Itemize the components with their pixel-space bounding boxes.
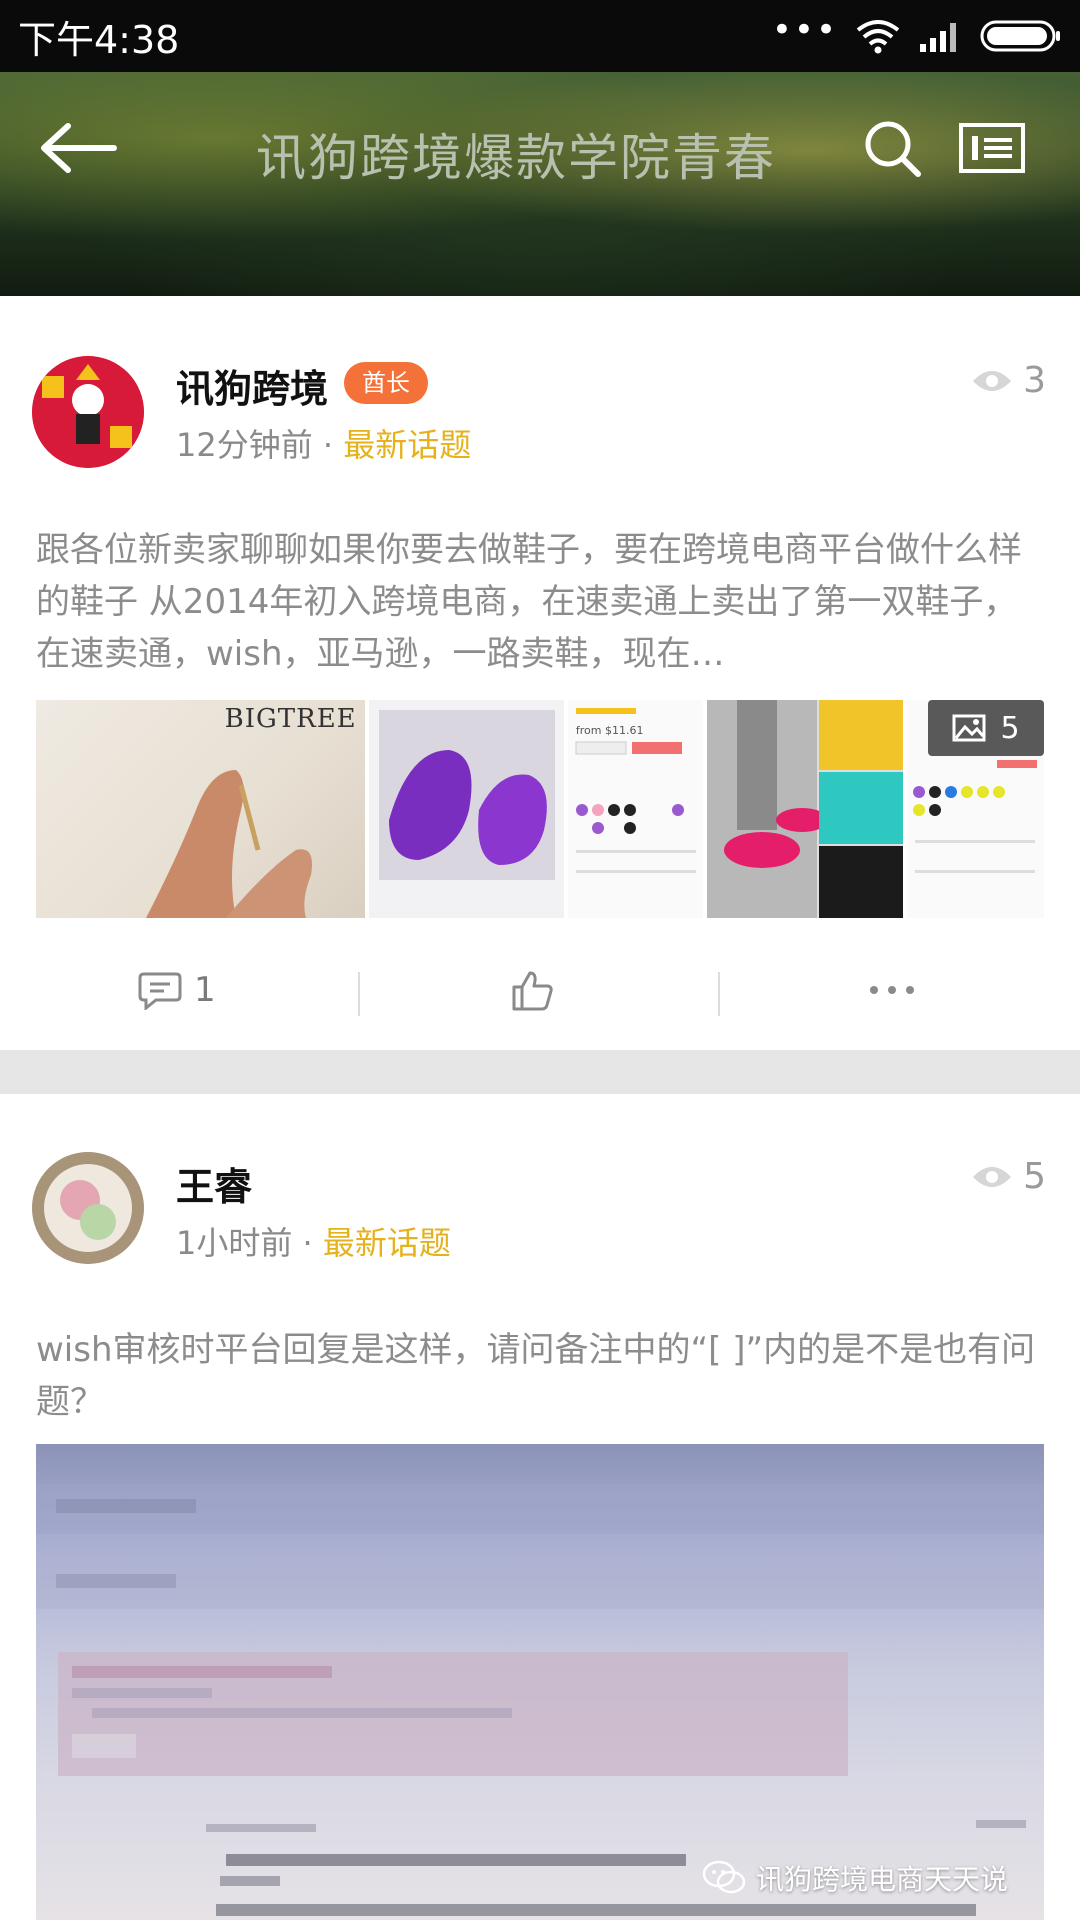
post-meta: 12分钟前 · 最新话题 <box>176 420 471 466</box>
group-info-icon[interactable] <box>958 122 1026 174</box>
status-time: 下午4:38 <box>18 17 180 62</box>
post-time: 12分钟前 <box>176 426 313 464</box>
action-divider <box>358 972 360 1016</box>
topic-tag[interactable]: 最新话题 <box>323 1224 451 1262</box>
heels-image <box>146 770 312 918</box>
author-name[interactable]: 讯狗跨境 <box>176 358 328 413</box>
post-excerpt[interactable]: wish审核时平台回复是这样，请问备注中的“[ ]”内的是不是也有问题？ <box>36 1324 1046 1428</box>
comment-count: 1 <box>194 970 216 1010</box>
post-meta: 1小时前 · 最新话题 <box>176 1218 451 1264</box>
topic-tag[interactable]: 最新话题 <box>343 426 471 464</box>
view-count: 5 <box>971 1156 1046 1197</box>
screen-photo <box>36 1484 1044 1916</box>
battery-icon <box>980 20 1060 52</box>
image-icon <box>952 714 986 742</box>
thumbnail-color-options[interactable]: 5 <box>906 700 1045 918</box>
role-badge: 酋长 <box>344 362 428 404</box>
post-actions: 1 <box>0 956 1080 1024</box>
thumbnail-heels[interactable]: BIGTREE <box>36 700 365 918</box>
thumbnail-price: from $11.61 <box>575 724 644 737</box>
view-count-value: 5 <box>1023 1156 1046 1197</box>
action-divider <box>718 972 720 1016</box>
loafers-image <box>707 700 903 918</box>
signal-icon <box>920 23 956 52</box>
more-button[interactable] <box>868 956 916 1024</box>
thumbnail-product-page[interactable]: from $11.61 <box>567 700 704 918</box>
thumbnail-loafers[interactable] <box>707 700 903 918</box>
page-title: 讯狗跨境爆款学院青春 <box>256 129 776 187</box>
thumbs-up-icon <box>512 971 553 1011</box>
wechat-icon <box>702 1860 746 1894</box>
back-arrow-icon[interactable] <box>38 120 118 176</box>
notification-dots-icon: ••• <box>771 10 838 50</box>
avatar-image <box>32 356 144 468</box>
view-count: 3 <box>971 360 1046 401</box>
author-name[interactable]: 王睿 <box>176 1156 252 1211</box>
avatar-image <box>32 1152 144 1264</box>
thumbnail-purple-sneakers[interactable] <box>368 700 564 918</box>
avatar[interactable] <box>32 1152 144 1264</box>
watermark: 讯狗跨境电商天天说 <box>702 1858 1008 1898</box>
more-dots-icon <box>870 986 914 994</box>
post-excerpt[interactable]: 跟各位新卖家聊聊如果你要去做鞋子，要在跨境电商平台做什么样的鞋子 从2014年初… <box>36 524 1046 682</box>
meta-separator: · <box>292 1224 323 1262</box>
like-button[interactable] <box>510 956 554 1024</box>
comment-button[interactable]: 1 <box>138 956 216 1024</box>
group-header: 讯狗跨境爆款学院青春 <box>0 72 1080 296</box>
watermark-text: 讯狗跨境电商天天说 <box>755 1863 1008 1896</box>
search-icon[interactable] <box>862 118 922 178</box>
eye-icon <box>973 370 1012 391</box>
meta-separator: · <box>312 426 344 464</box>
post-card[interactable]: 讯狗跨境 酋长 12分钟前 · 最新话题 3 跟各位新卖家聊聊如果你要去做鞋子，… <box>0 296 1080 1050</box>
post-photo[interactable]: 讯狗跨境电商天天说 <box>36 1444 1044 1920</box>
image-gallery[interactable]: BIGTREE from $11.61 5 <box>36 700 1045 918</box>
comment-icon <box>138 972 182 1010</box>
status-icons: ••• <box>772 13 1062 54</box>
wifi-icon <box>856 20 900 54</box>
eye-icon <box>973 1166 1012 1187</box>
avatar[interactable] <box>32 356 144 468</box>
view-count-value: 3 <box>1023 360 1046 401</box>
image-count-badge: 5 <box>928 700 1045 756</box>
sneakers-image <box>368 700 564 918</box>
post-divider <box>0 1050 1080 1094</box>
post-time: 1小时前 <box>176 1224 293 1262</box>
status-bar: 下午4:38 ••• <box>0 0 1080 72</box>
post-card[interactable]: 王睿 1小时前 · 最新话题 5 wish审核时平台回复是这样，请问备注中的“[… <box>0 1094 1080 1920</box>
image-count-value: 5 <box>1000 710 1020 746</box>
